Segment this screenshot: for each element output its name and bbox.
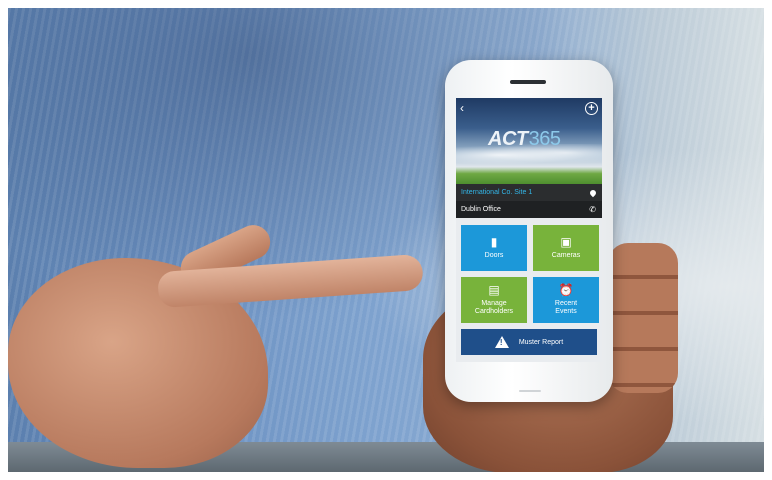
home-indicator [519, 390, 541, 392]
manage-cardholders-tile[interactable]: ▤ Manage Cardholders [461, 277, 527, 323]
menu-tiles: ▮ Doors ▣ Cameras ▤ Manage Cardholders ⏰… [456, 218, 602, 323]
site-name: International Co. Site 1 [461, 189, 533, 196]
location-pin-icon[interactable] [588, 188, 598, 197]
cameras-tile[interactable]: ▣ Cameras [533, 225, 599, 271]
phone-icon[interactable]: ✆ [589, 205, 596, 214]
warning-icon [494, 336, 509, 348]
doors-label: Doors [484, 252, 504, 259]
act365-logo: ACT365 [488, 128, 561, 151]
office-selector[interactable]: Dublin Office ✆ [456, 201, 602, 218]
id-card-icon: ▤ [488, 283, 500, 297]
back-chevron-icon[interactable]: ‹ [460, 102, 464, 114]
cameras-label: Cameras [551, 252, 581, 259]
door-icon: ▮ [490, 235, 498, 249]
smartphone: ‹ + ACT365 International Co. Site 1 Dubl… [445, 60, 613, 402]
office-name: Dublin Office [461, 206, 501, 213]
logo-brand: ACT [488, 128, 528, 150]
recent-events-label: Recent Events [554, 300, 578, 315]
right-hand-fingers [608, 243, 678, 393]
alarm-clock-icon: ⏰ [558, 283, 574, 297]
app-header-banner: ‹ + ACT365 [456, 98, 602, 184]
muster-report-label: Muster Report [518, 338, 564, 346]
logo-number: 365 [528, 128, 561, 150]
doors-tile[interactable]: ▮ Doors [461, 225, 527, 271]
add-circle-icon[interactable]: + [585, 102, 598, 115]
phone-speaker [510, 80, 546, 84]
camera-icon: ▣ [560, 235, 572, 249]
background-photo [8, 8, 764, 472]
muster-report-button[interactable]: Muster Report [461, 329, 597, 355]
site-selector[interactable]: International Co. Site 1 [456, 184, 602, 201]
app-screen: ‹ + ACT365 International Co. Site 1 Dubl… [456, 98, 602, 362]
recent-events-tile[interactable]: ⏰ Recent Events [533, 277, 599, 323]
manage-cardholders-label: Manage Cardholders [474, 300, 514, 315]
